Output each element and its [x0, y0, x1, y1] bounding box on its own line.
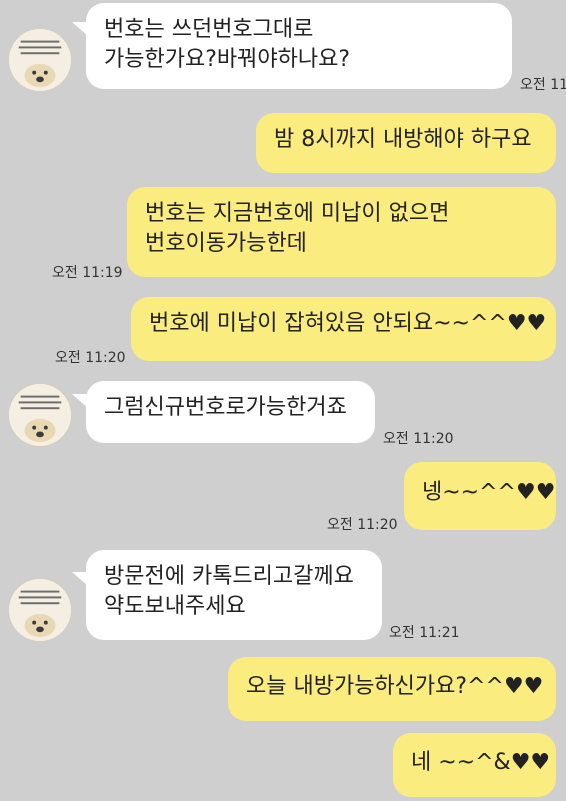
message-text: 약도보내주세요 — [104, 594, 246, 619]
message-text: 넹~~^^♥♥ — [422, 480, 556, 505]
message-text: 번호는 쓰던번호그대로 — [104, 17, 314, 42]
message-text: 방문전에 카톡드리고갈께요 — [104, 564, 354, 589]
message-text: 번호에 미납이 잡혀있음 안되요~~^^♥♥ — [149, 311, 547, 336]
message-bubble[interactable]: 그럼신규번호로가능한거죠 — [86, 381, 375, 443]
message-time: 오전 11:20 — [327, 517, 398, 533]
dog-profile-icon — [9, 384, 71, 446]
message-text: 그럼신규번호로가능한거죠 — [104, 395, 347, 420]
message-text: 번호는 지금번호에 미납이 없으면 — [145, 201, 450, 226]
dog-profile-icon — [9, 579, 71, 641]
message-time: 오전 11:21 — [389, 625, 460, 641]
message-text: 번호이동가능한데 — [145, 231, 307, 256]
message-text: 밤 8시까지 내방해야 하구요 — [274, 127, 532, 152]
message-time: 오전 11:19 — [52, 265, 123, 281]
message-text: 오늘 내방가능하신가요?^^♥♥ — [246, 674, 544, 699]
message-bubble[interactable]: 번호는 쓰던번호그대로 가능한가요?바꿔야하나요? — [86, 3, 512, 89]
dog-profile-icon — [9, 29, 71, 91]
message-bubble[interactable]: 번호는 지금번호에 미납이 없으면 번호이동가능한데 — [127, 187, 556, 277]
message-bubble[interactable]: 넹~~^^♥♥ — [404, 462, 556, 530]
message-text: 가능한가요?바꿔야하나요? — [104, 47, 350, 72]
message-text: 네 ~~^&♥♥ — [411, 750, 551, 775]
chat-area[interactable]: 번호는 쓰던번호그대로 가능한가요?바꿔야하나요? 오전 11 밤 8시까지 내… — [0, 0, 566, 801]
message-bubble[interactable]: 밤 8시까지 내방해야 하구요 — [256, 113, 556, 173]
message-bubble[interactable]: 네 ~~^&♥♥ — [393, 733, 556, 797]
message-time: 오전 11:20 — [383, 431, 454, 447]
message-time: 오전 11 — [520, 77, 566, 93]
avatar[interactable] — [8, 383, 72, 447]
message-bubble[interactable]: 방문전에 카톡드리고갈께요 약도보내주세요 — [86, 550, 382, 640]
avatar[interactable] — [8, 578, 72, 642]
message-bubble[interactable]: 번호에 미납이 잡혀있음 안되요~~^^♥♥ — [131, 297, 556, 361]
message-bubble[interactable]: 오늘 내방가능하신가요?^^♥♥ — [228, 657, 556, 721]
avatar[interactable] — [8, 28, 72, 92]
message-time: 오전 11:20 — [55, 350, 126, 366]
